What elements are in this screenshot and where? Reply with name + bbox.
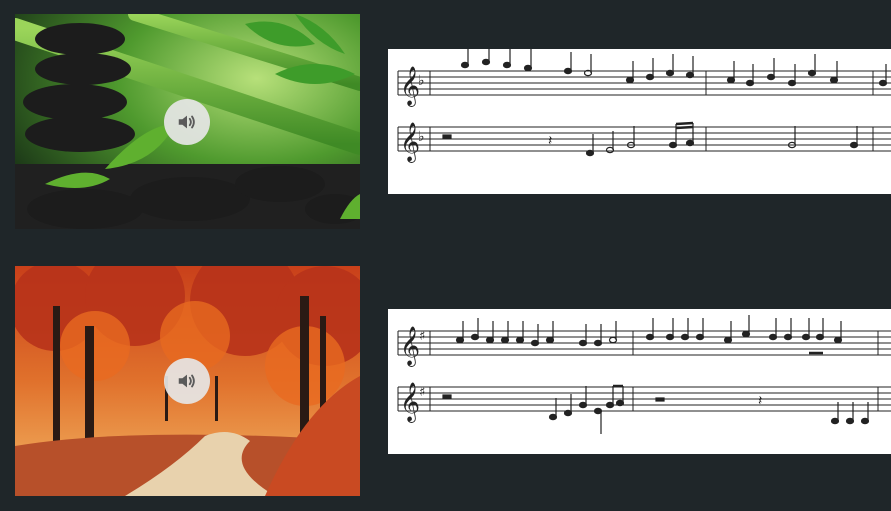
treble-clef: 𝄞 — [400, 382, 420, 423]
sheet-music-2: 𝄞 𝄞 ♯ ♯ 𝄽 — [388, 309, 891, 454]
svg-text:𝄽: 𝄽 — [548, 133, 552, 149]
key-sharp: ♯ — [419, 385, 425, 400]
thumbnail-autumn-forest[interactable] — [15, 266, 360, 496]
audio-play-button[interactable] — [164, 99, 210, 145]
speaker-icon — [178, 374, 195, 388]
key-sharp: ♯ — [419, 329, 425, 344]
audio-play-button[interactable] — [164, 358, 210, 404]
speaker-icon — [178, 115, 195, 129]
thumbnail-zen-stones[interactable] — [15, 14, 360, 229]
score-svg-2: 𝄞 𝄞 ♯ ♯ 𝄽 — [397, 315, 891, 434]
treble-clef: 𝄞 — [400, 326, 420, 367]
score-svg-1: 𝄞 𝄞 ♭ ♭ 𝄽 — [397, 49, 891, 163]
svg-text:𝄽: 𝄽 — [758, 393, 762, 409]
key-flat: ♭ — [418, 73, 425, 89]
sheet-music-1: 𝄞 𝄞 ♭ ♭ 𝄽 — [388, 49, 891, 194]
key-flat: ♭ — [418, 129, 425, 145]
